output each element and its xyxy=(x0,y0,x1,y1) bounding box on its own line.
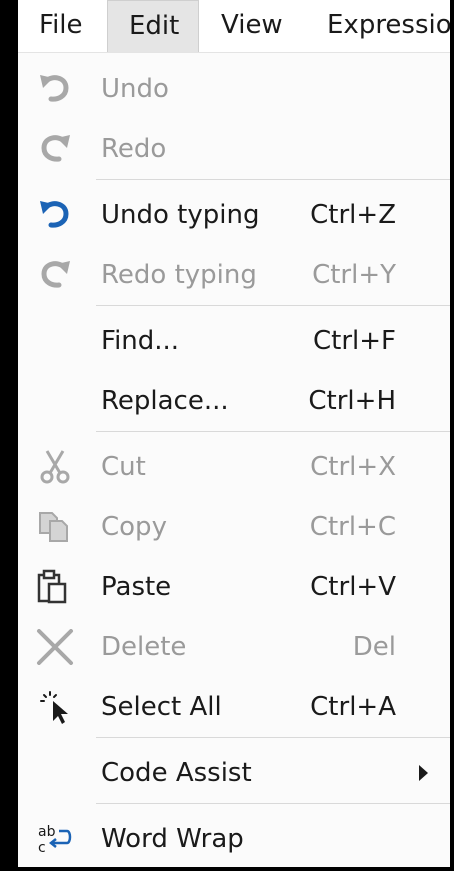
menu-separator xyxy=(96,803,450,804)
word-wrap-icon-bottom-text: c xyxy=(38,840,46,856)
menu-item-label: Redo xyxy=(101,134,167,164)
undo-icon xyxy=(35,197,75,233)
menu-item-label: Delete xyxy=(101,632,187,662)
menu-item-shortcut: Ctrl+Y xyxy=(312,260,396,290)
menu-item-shortcut: Ctrl+V xyxy=(310,572,396,602)
menu-item-code-assist[interactable]: Code Assist xyxy=(18,743,450,803)
menu-item-redo[interactable]: Redo xyxy=(18,119,450,179)
menu-item-replace[interactable]: Replace... Ctrl+H xyxy=(18,371,450,431)
menu-item-paste[interactable]: Paste Ctrl+V xyxy=(18,557,450,617)
application-window: File Edit View Expressio Undo Redo Undo … xyxy=(18,0,450,867)
clipboard-icon xyxy=(35,569,75,605)
delete-x-icon xyxy=(35,629,75,665)
menu-separator xyxy=(96,305,450,306)
menu-item-shortcut: Ctrl+C xyxy=(309,512,396,542)
menu-item-shortcut: Ctrl+A xyxy=(310,692,396,722)
menu-separator xyxy=(96,179,450,180)
menu-bar: File Edit View Expressio xyxy=(18,0,450,53)
menu-item-shortcut: Ctrl+X xyxy=(310,452,396,482)
menu-item-label: Select All xyxy=(101,692,222,722)
menubar-view[interactable]: View xyxy=(221,0,283,52)
redo-icon xyxy=(35,257,75,293)
menu-item-label: Cut xyxy=(101,452,146,482)
menu-item-redo-typing[interactable]: Redo typing Ctrl+Y xyxy=(18,245,450,305)
menu-item-label: Code Assist xyxy=(101,758,252,788)
word-wrap-icon: ab c xyxy=(35,821,75,857)
menu-separator xyxy=(96,431,450,432)
menu-item-label: Find... xyxy=(101,326,180,356)
redo-icon xyxy=(35,131,75,167)
menu-item-label: Word Wrap xyxy=(101,824,244,854)
menu-item-select-all[interactable]: Select All Ctrl+A xyxy=(18,677,450,737)
menubar-edit[interactable]: Edit xyxy=(107,0,199,52)
menu-item-label: Undo typing xyxy=(101,200,260,230)
menu-item-label: Undo xyxy=(101,74,169,104)
menubar-file[interactable]: File xyxy=(39,0,83,52)
menu-item-shortcut: Ctrl+H xyxy=(308,386,396,416)
menu-item-cut[interactable]: Cut Ctrl+X xyxy=(18,437,450,497)
menu-item-label: Copy xyxy=(101,512,167,542)
submenu-arrow-icon xyxy=(419,765,428,781)
menu-item-shortcut: Del xyxy=(352,632,396,662)
menu-item-label: Redo typing xyxy=(101,260,257,290)
edit-menu-dropdown: Undo Redo Undo typing Ctrl+Z Redo typing… xyxy=(18,53,450,867)
menu-item-shortcut: Ctrl+Z xyxy=(310,200,396,230)
undo-icon xyxy=(35,71,75,107)
menu-item-copy[interactable]: Copy Ctrl+C xyxy=(18,497,450,557)
menu-item-undo-typing[interactable]: Undo typing Ctrl+Z xyxy=(18,185,450,245)
menu-item-find[interactable]: Find... Ctrl+F xyxy=(18,311,450,371)
menu-item-label: Paste xyxy=(101,572,172,602)
menu-item-word-wrap[interactable]: ab c Word Wrap xyxy=(18,809,450,867)
select-all-cursor-icon xyxy=(35,689,75,725)
menu-item-label: Replace... xyxy=(101,386,229,416)
word-wrap-icon-top-text: ab xyxy=(38,824,56,840)
menubar-expression[interactable]: Expressio xyxy=(327,0,450,52)
menu-item-shortcut: Ctrl+F xyxy=(312,326,396,356)
scissors-icon xyxy=(35,449,75,485)
menu-item-undo[interactable]: Undo xyxy=(18,59,450,119)
copy-icon xyxy=(35,509,75,545)
menu-separator xyxy=(96,737,450,738)
menu-item-delete[interactable]: Delete Del xyxy=(18,617,450,677)
